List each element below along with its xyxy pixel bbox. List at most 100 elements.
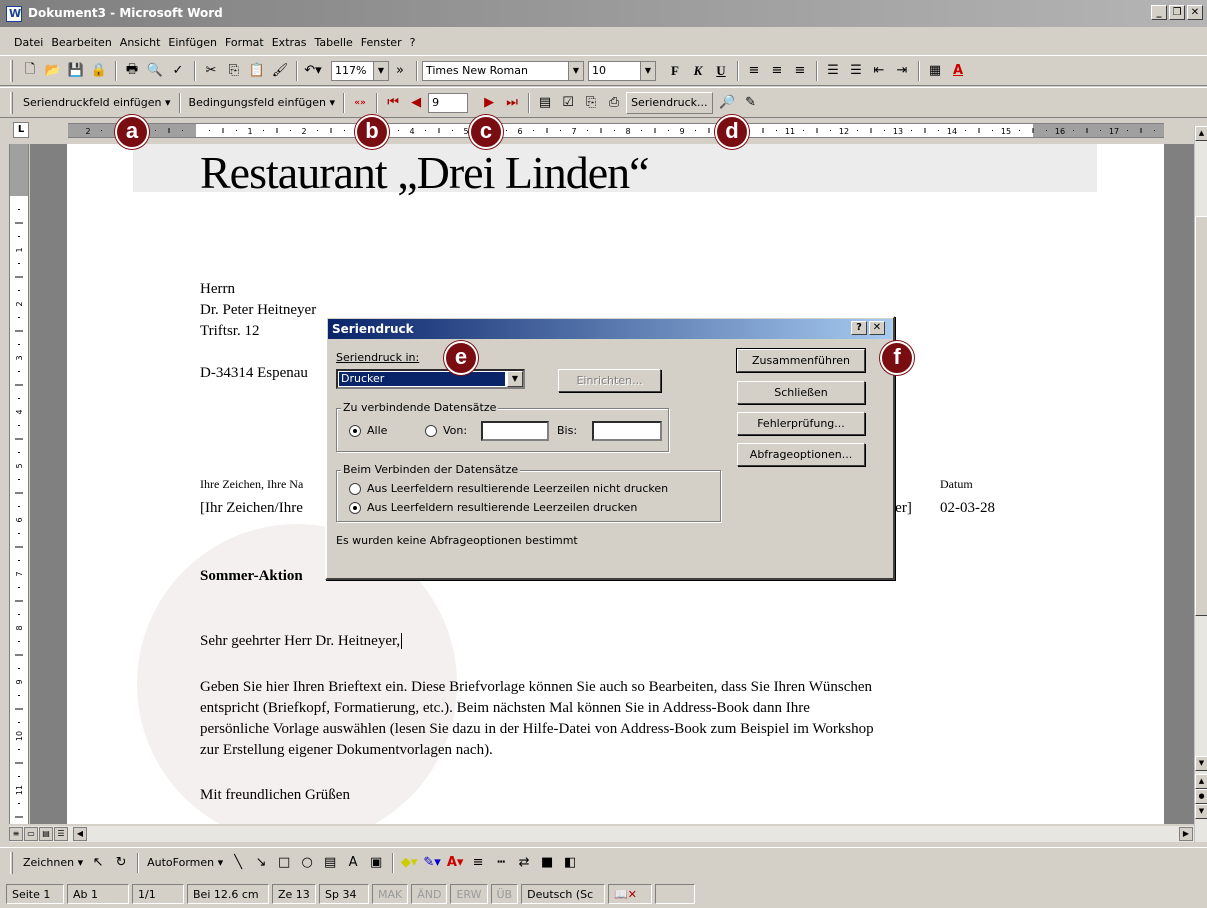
save-icon[interactable]: 💾 xyxy=(65,60,87,82)
line-color-icon[interactable]: ✎▾ xyxy=(421,852,443,874)
last-record-icon[interactable]: ⏭ xyxy=(501,92,523,114)
status-extend[interactable]: ERW xyxy=(450,884,488,904)
check-errors-icon[interactable]: ☑ xyxy=(557,92,579,114)
open-folder-icon[interactable]: 📂 xyxy=(42,60,64,82)
toolbar-grip[interactable] xyxy=(10,59,13,82)
from-field[interactable] xyxy=(481,421,549,441)
close-icon[interactable]: ✕ xyxy=(869,321,885,335)
insert-merge-field-button[interactable]: Seriendruckfeld einfügen ▾ xyxy=(19,92,175,114)
word-app-icon[interactable] xyxy=(6,6,22,22)
vertical-ruler[interactable]: 1 2 3 4 5 6 7 8 9 10 11 xyxy=(9,144,29,824)
help-icon[interactable]: ? xyxy=(851,321,867,335)
3d-icon[interactable]: ◧ xyxy=(559,852,581,874)
arrow-style-icon[interactable]: ⇄ xyxy=(513,852,535,874)
chevron-down-icon[interactable]: ▼ xyxy=(373,61,388,80)
previous-record-icon[interactable]: ◀ xyxy=(405,92,427,114)
font-size-combo[interactable]: 10 ▼ xyxy=(588,60,656,81)
toolbar-grip[interactable] xyxy=(10,91,13,114)
radio-print-blank-lines-label[interactable]: Aus Leerfeldern resultierende Leerzeilen… xyxy=(367,501,637,514)
view-merged-data-icon[interactable]: «» xyxy=(349,92,371,114)
horizontal-ruler[interactable]: 211234567891011121314151617 xyxy=(68,123,1164,138)
line-style-icon[interactable]: ≡ xyxy=(467,852,489,874)
menu-tabelle[interactable]: Tabelle xyxy=(315,36,353,49)
underline-icon[interactable]: U xyxy=(710,60,732,82)
outline-view-icon[interactable]: ☰ xyxy=(54,827,68,841)
vertical-scrollbar[interactable]: ▲ ▼ ▲ ● ▼ xyxy=(1194,126,1207,842)
chevron-down-icon[interactable]: ▼ xyxy=(640,61,655,80)
web-view-icon[interactable]: ▭ xyxy=(24,827,38,841)
borders-icon[interactable]: ▦ xyxy=(924,60,946,82)
textbox-icon[interactable]: ▤ xyxy=(319,852,341,874)
restore-button[interactable]: ❐ xyxy=(1169,5,1185,20)
scroll-thumb[interactable] xyxy=(1195,216,1207,616)
print-icon[interactable]: 🖶 xyxy=(121,60,143,82)
radio-from[interactable] xyxy=(425,425,437,437)
query-options-button[interactable]: Abfrageoptionen... xyxy=(737,443,865,466)
line-icon[interactable]: ╲ xyxy=(227,852,249,874)
permission-icon[interactable]: 🔒 xyxy=(88,60,110,82)
check-errors-button[interactable]: Fehlerprüfung... xyxy=(737,412,865,435)
increase-indent-icon[interactable]: ⇥ xyxy=(891,60,913,82)
menu-einfuegen[interactable]: Einfügen xyxy=(168,36,217,49)
chevron-down-icon[interactable]: ▼ xyxy=(507,371,523,387)
status-overtype[interactable]: ÜB xyxy=(490,884,519,904)
insert-word-field-button[interactable]: Bedingungsfeld einfügen ▾ xyxy=(185,92,340,114)
wordart-icon[interactable]: A xyxy=(342,852,364,874)
radio-all-label[interactable]: Alle xyxy=(367,424,387,437)
to-field[interactable] xyxy=(592,421,662,441)
align-center-icon[interactable]: ≡ xyxy=(766,60,788,82)
record-number-field[interactable]: 9 xyxy=(428,92,469,113)
scroll-right-icon[interactable]: ▶ xyxy=(1179,827,1193,841)
cut-icon[interactable]: ✂ xyxy=(200,60,222,82)
arrow-icon[interactable]: ↘ xyxy=(250,852,272,874)
chevron-down-icon[interactable]: ▼ xyxy=(568,61,583,80)
spelling-icon[interactable]: ✓ xyxy=(167,60,189,82)
radio-all[interactable] xyxy=(349,425,361,437)
menu-format[interactable]: Format xyxy=(225,36,264,49)
radio-no-blank-lines[interactable] xyxy=(349,483,361,495)
menu-fenster[interactable]: Fenster xyxy=(361,36,402,49)
align-right-icon[interactable]: ≡ xyxy=(789,60,811,82)
scroll-left-icon[interactable]: ◀ xyxy=(73,827,87,841)
scroll-down-icon[interactable]: ▼ xyxy=(1195,756,1207,771)
menu-ansicht[interactable]: Ansicht xyxy=(120,36,161,49)
align-left-icon[interactable]: ≡ xyxy=(743,60,765,82)
zoom-combo[interactable]: 117% ▼ xyxy=(331,60,389,81)
merge-to-document-icon[interactable]: ⎘ xyxy=(580,92,602,114)
bold-icon[interactable]: F xyxy=(664,60,686,82)
setup-button[interactable]: Einrichten... xyxy=(558,369,661,392)
merge-to-printer-icon[interactable]: ⎙ xyxy=(603,92,625,114)
menu-bearbeiten[interactable]: Bearbeiten xyxy=(51,36,111,49)
status-macro-record[interactable]: MAK xyxy=(372,884,409,904)
font-combo[interactable]: Times New Roman ▼ xyxy=(422,60,584,81)
select-objects-icon[interactable]: ↖ xyxy=(87,852,109,874)
previous-page-icon[interactable]: ▲ xyxy=(1195,774,1207,789)
font-color-icon[interactable]: A xyxy=(947,60,969,82)
decrease-indent-icon[interactable]: ⇤ xyxy=(868,60,890,82)
font-color-icon[interactable]: A▾ xyxy=(444,852,466,874)
print-preview-icon[interactable]: 🔍 xyxy=(144,60,166,82)
menu-help[interactable]: ? xyxy=(410,36,416,49)
rotate-icon[interactable]: ↻ xyxy=(110,852,132,874)
print-layout-icon[interactable]: ▤ xyxy=(39,827,53,841)
autoshapes-menu-button[interactable]: AutoFormen ▾ xyxy=(143,852,227,874)
find-record-icon[interactable]: 🔎 xyxy=(717,92,739,114)
format-painter-icon[interactable]: 🖌 xyxy=(269,60,291,82)
edit-data-source-icon[interactable]: ✎ xyxy=(740,92,762,114)
oval-icon[interactable]: ○ xyxy=(296,852,318,874)
rectangle-icon[interactable]: □ xyxy=(273,852,295,874)
toolbar-grip[interactable] xyxy=(10,851,13,874)
scroll-up-icon[interactable]: ▲ xyxy=(1195,126,1207,141)
fill-color-icon[interactable]: ◆▾ xyxy=(398,852,420,874)
menu-extras[interactable]: Extras xyxy=(272,36,307,49)
radio-print-blank-lines[interactable] xyxy=(349,502,361,514)
next-record-icon[interactable]: ▶ xyxy=(478,92,500,114)
minimize-button[interactable]: _ xyxy=(1151,5,1167,20)
italic-icon[interactable]: K xyxy=(687,60,709,82)
close-button[interactable]: Schließen xyxy=(737,381,865,404)
radio-from-label[interactable]: Von: xyxy=(443,424,467,437)
radio-no-blank-lines-label[interactable]: Aus Leerfeldern resultierende Leerzeilen… xyxy=(367,482,668,495)
undo-icon[interactable]: ↶▾ xyxy=(302,60,324,82)
new-document-icon[interactable]: 🗋 xyxy=(19,60,41,82)
bullets-icon[interactable]: ☰ xyxy=(845,60,867,82)
